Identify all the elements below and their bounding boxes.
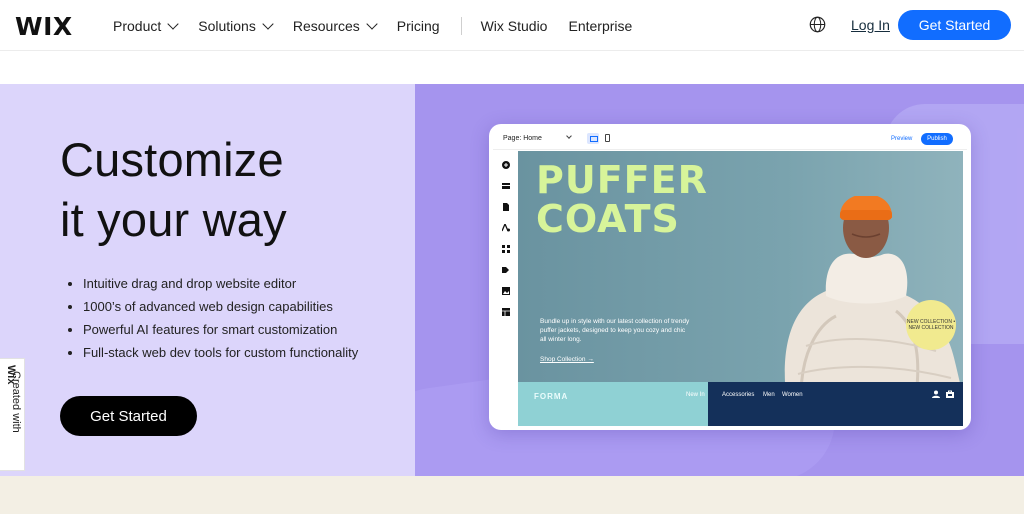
- page-icon: [503, 203, 509, 211]
- apps-icon: [502, 245, 510, 253]
- main-nav: Product Solutions Resources Pricing Wix …: [113, 17, 653, 35]
- nav-item-label: Enterprise: [568, 18, 633, 34]
- chevron-down-icon: [566, 133, 572, 139]
- nav-item-label: Resources: [292, 18, 360, 34]
- login-link[interactable]: Log In: [851, 17, 890, 33]
- site-nav-item: Women: [782, 392, 803, 398]
- editor-toolbar: [493, 150, 517, 426]
- hero-headline: Customize it your way: [60, 130, 287, 250]
- header-spacer: [0, 52, 1024, 84]
- feature-item: Intuitive drag and drop website editor: [68, 276, 358, 299]
- nav-item-solutions[interactable]: Solutions: [198, 18, 274, 34]
- section-icon: [502, 183, 510, 189]
- nav-item-enterprise[interactable]: Enterprise: [568, 18, 632, 34]
- editor-mockup: Page: Home Preview Publish PUFFER COATS …: [489, 124, 971, 430]
- model-photo: [784, 196, 960, 382]
- hero-headline-line: Customize: [60, 133, 284, 186]
- nav-item-wix-studio[interactable]: Wix Studio: [481, 18, 548, 34]
- nav-item-label: Product: [113, 18, 162, 34]
- site-header: WIX Product Solutions Resources Pricing …: [0, 0, 1024, 51]
- nav-item-pricing[interactable]: Pricing: [397, 18, 440, 34]
- site-nav-right: New In Accessories Men Women: [686, 382, 963, 426]
- page-selector: Page: Home: [503, 135, 542, 142]
- table-icon: [502, 308, 510, 316]
- nav-item-product[interactable]: Product: [113, 18, 179, 34]
- editor-top-bar: Page: Home Preview Publish: [493, 128, 967, 150]
- site-nav-item: Accessories: [722, 392, 755, 398]
- business-icon: [502, 267, 509, 273]
- publish-button: Publish: [921, 133, 953, 145]
- feature-item: Powerful AI features for smart customiza…: [68, 322, 358, 345]
- feature-item: Full-stack web dev tools for custom func…: [68, 345, 358, 368]
- add-icon: [502, 161, 510, 169]
- get-started-button-hero[interactable]: Get Started: [60, 396, 197, 436]
- hero-headline-line: it your way: [60, 193, 287, 246]
- site-blurb: Bundle up in style with our latest colle…: [540, 318, 690, 343]
- created-with-label: Created with Wix: [5, 365, 22, 433]
- site-headline: PUFFER COATS: [536, 161, 708, 239]
- get-started-button-header[interactable]: Get Started: [898, 10, 1011, 40]
- site-nav-left: FORMA: [518, 382, 708, 426]
- nav-item-resources[interactable]: Resources: [292, 18, 378, 34]
- media-icon: [502, 287, 510, 295]
- nav-item-label: Solutions: [198, 18, 256, 34]
- mobile-view-icon: [605, 134, 610, 142]
- wix-logo[interactable]: WIX: [15, 12, 73, 41]
- user-icon: [932, 390, 940, 398]
- shop-collection-link: Shop Collection →: [540, 356, 594, 363]
- site-canvas: PUFFER COATS Bundle up in style with our…: [518, 151, 963, 382]
- site-headline-line: PUFFER: [536, 158, 708, 202]
- text-style-icon: [502, 224, 510, 232]
- created-with-prefix: Created with: [10, 371, 22, 433]
- nav-item-label: Wix Studio: [480, 18, 548, 34]
- chevron-down-icon: [366, 18, 378, 30]
- nav-item-label: Pricing: [396, 18, 440, 34]
- new-collection-badge: NEW COLLECTION • NEW COLLECTION: [906, 300, 956, 350]
- nav-divider: [460, 17, 462, 35]
- chevron-down-icon: [262, 18, 274, 30]
- site-brand: FORMA: [534, 392, 569, 401]
- site-nav-item: Men: [763, 392, 775, 398]
- feature-list: Intuitive drag and drop website editor 1…: [68, 276, 358, 368]
- site-headline-line: COATS: [536, 197, 680, 241]
- site-nav-item: New In: [686, 392, 705, 398]
- preview-label: Preview: [891, 136, 913, 142]
- cart-icon: [946, 390, 954, 398]
- desktop-view-icon: [587, 133, 599, 144]
- chevron-down-icon: [167, 18, 179, 30]
- badge-text: NEW COLLECTION • NEW COLLECTION: [906, 319, 956, 331]
- next-section-background: [0, 476, 1024, 514]
- site-nav-bar: FORMA New In Accessories Men Women: [518, 382, 963, 426]
- created-with-wix-tab[interactable]: Created with Wix: [0, 358, 25, 471]
- globe-icon[interactable]: [809, 16, 826, 33]
- feature-item: 1000’s of advanced web design capabiliti…: [68, 299, 358, 322]
